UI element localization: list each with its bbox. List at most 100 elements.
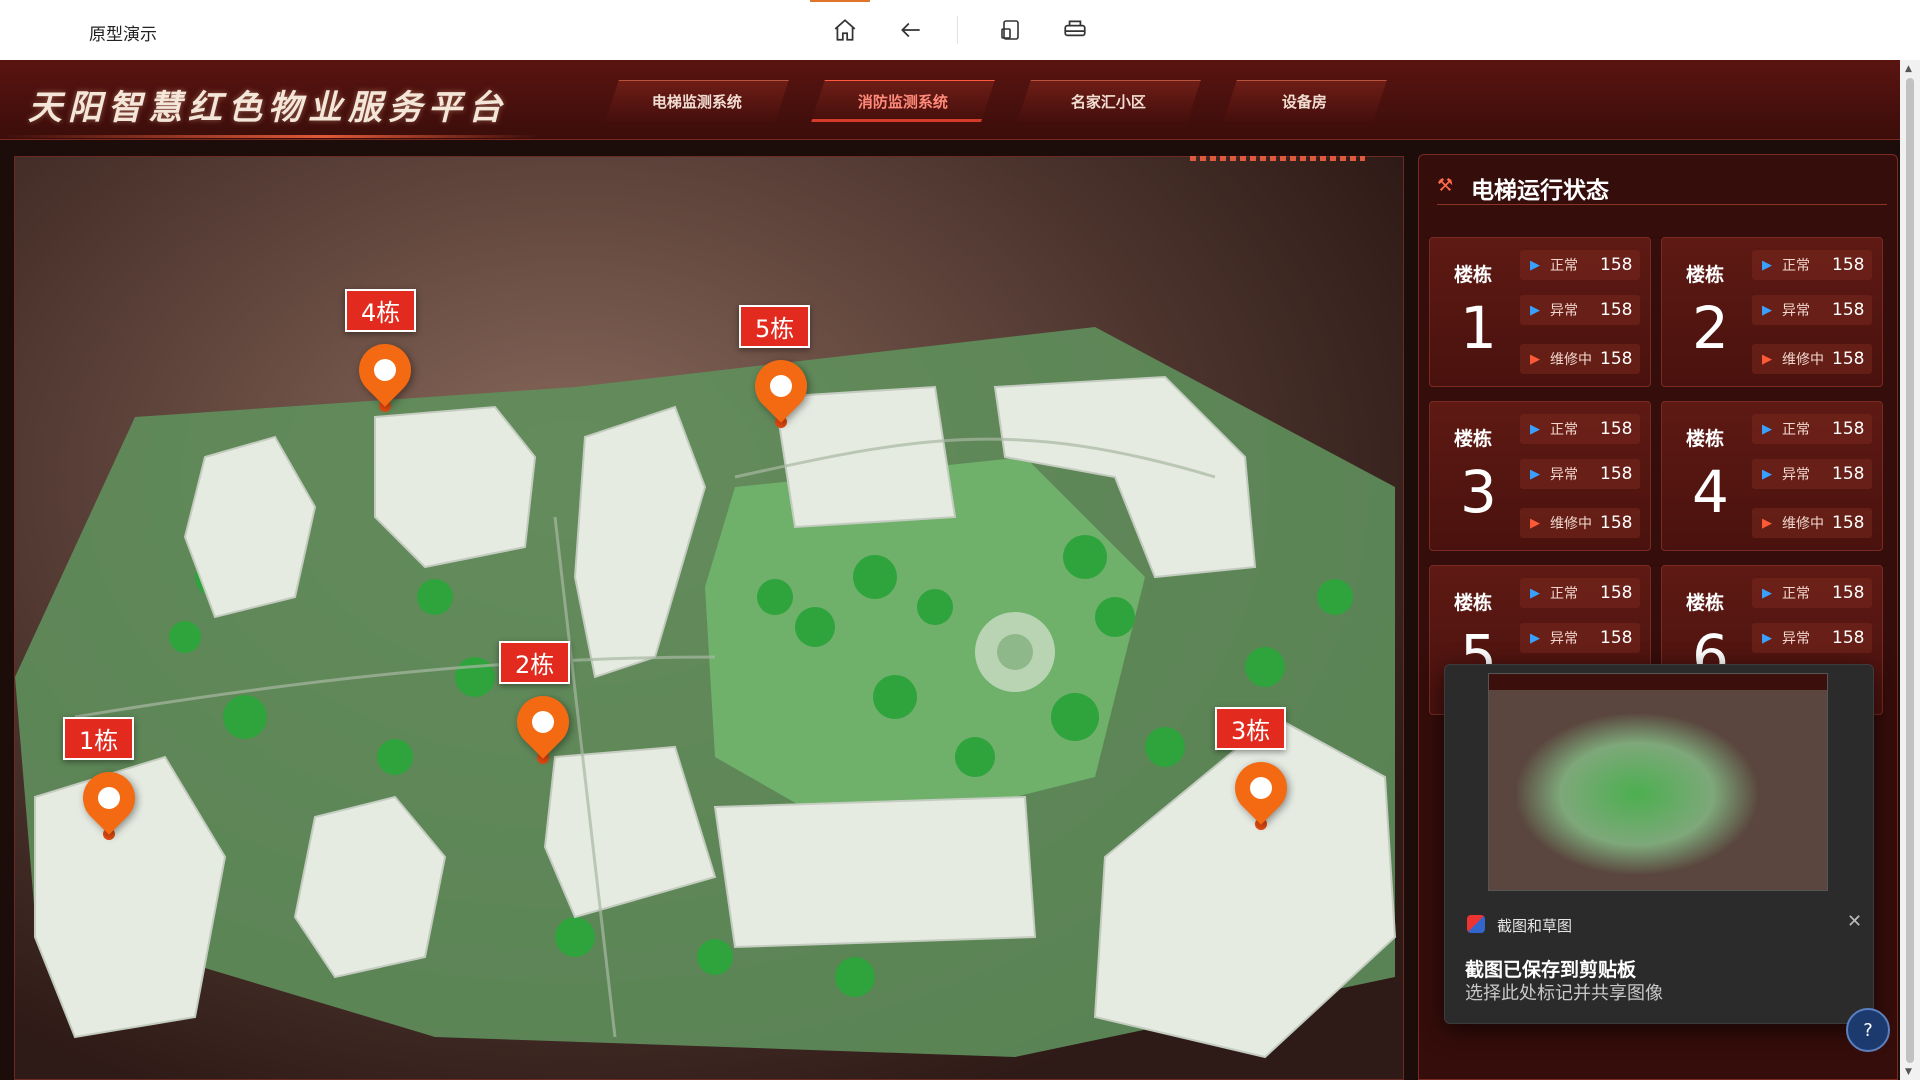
hammer-icon: ⚒ — [1437, 175, 1454, 196]
play-arrow-icon: ▶ — [1530, 302, 1540, 318]
nav-tab-label: 电梯监测系统 — [651, 93, 742, 111]
building-card-2[interactable]: 楼栋 2 ▶ 正常 158 ▶ 异常 158 ▶ 维修中 158 — [1661, 237, 1883, 387]
status-label: 正常 — [1782, 586, 1810, 602]
location-pin-icon — [1224, 751, 1298, 825]
status-label: 异常 — [1550, 303, 1578, 319]
back-arrow-icon[interactable] — [893, 12, 929, 48]
building-label: 楼栋 — [1454, 592, 1493, 614]
nav-tab-label: 消防监测系统 — [857, 93, 948, 111]
app-screen: 天阳智慧红色物业服务平台 电梯监测系统 消防监测系统 名家汇小区 设备房 4栋 … — [0, 60, 1900, 1080]
building-label: 楼栋 — [1454, 264, 1493, 286]
page-scrollbar[interactable]: ▲ ▼ — [1900, 60, 1920, 1080]
building-pin-4[interactable]: 4栋 — [345, 289, 422, 412]
map-top-decoration — [1190, 156, 1365, 161]
status-value: 158 — [1600, 513, 1633, 533]
toast-heading: 截图已保存到剪贴板 — [1465, 959, 1637, 981]
building-label: 楼栋 — [1686, 428, 1725, 450]
status-abnormal: ▶ 异常 158 — [1752, 623, 1872, 653]
location-pin-icon — [72, 761, 146, 835]
building-pin-3[interactable]: 3栋 — [1215, 707, 1298, 830]
building-card-1[interactable]: 楼栋 1 ▶ 正常 158 ▶ 异常 158 ▶ 维修中 158 — [1429, 237, 1651, 387]
status-label: 正常 — [1782, 422, 1810, 438]
status-label: 异常 — [1782, 631, 1810, 647]
status-label: 异常 — [1782, 467, 1810, 483]
status-label: 正常 — [1550, 586, 1578, 602]
page-title: 原型演示 — [89, 25, 157, 45]
building-card-4[interactable]: 楼栋 4 ▶ 正常 158 ▶ 异常 158 ▶ 维修中 158 — [1661, 401, 1883, 551]
location-pin-icon — [348, 333, 422, 407]
status-value: 158 — [1600, 464, 1633, 484]
status-normal: ▶ 正常 158 — [1520, 414, 1640, 444]
play-arrow-icon: ▶ — [1530, 351, 1540, 367]
status-value: 158 — [1832, 419, 1865, 439]
status-repair: ▶ 维修中 158 — [1752, 508, 1872, 538]
location-pin-icon — [506, 685, 580, 759]
building-label: 楼栋 — [1686, 264, 1725, 286]
building-card-3[interactable]: 楼栋 3 ▶ 正常 158 ▶ 异常 158 ▶ 维修中 158 — [1429, 401, 1651, 551]
play-arrow-icon: ▶ — [1762, 585, 1772, 601]
building-pin-1[interactable]: 1栋 — [63, 717, 146, 840]
nav-tab-label: 设备房 — [1282, 93, 1328, 111]
screenshot-thumbnail[interactable] — [1488, 673, 1828, 891]
app-header: 天阳智慧红色物业服务平台 电梯监测系统 消防监测系统 名家汇小区 设备房 — [0, 60, 1900, 140]
play-arrow-icon: ▶ — [1530, 630, 1540, 646]
status-value: 158 — [1832, 628, 1865, 648]
building-number: 4 — [1692, 458, 1729, 526]
play-arrow-icon: ▶ — [1762, 421, 1772, 437]
scroll-up-arrow-icon[interactable]: ▲ — [1905, 64, 1912, 74]
play-arrow-icon: ▶ — [1762, 302, 1772, 318]
nav-tab-label: 名家汇小区 — [1071, 93, 1147, 111]
status-normal: ▶ 正常 158 — [1752, 414, 1872, 444]
scrollbar-thumb[interactable] — [1906, 78, 1914, 1063]
status-label: 异常 — [1550, 467, 1578, 483]
toolbar-divider — [957, 16, 958, 44]
status-value: 158 — [1832, 349, 1865, 369]
active-indicator — [810, 0, 870, 2]
status-label: 维修中 — [1782, 516, 1824, 532]
pin-label: 5栋 — [739, 305, 811, 348]
building-number: 3 — [1460, 458, 1497, 526]
status-value: 158 — [1832, 464, 1865, 484]
scroll-down-arrow-icon[interactable]: ▼ — [1905, 1067, 1912, 1077]
status-normal: ▶ 正常 158 — [1752, 578, 1872, 608]
status-abnormal: ▶ 异常 158 — [1520, 295, 1640, 325]
close-icon[interactable]: ✕ — [1847, 911, 1862, 932]
building-label: 楼栋 — [1454, 428, 1493, 450]
status-value: 158 — [1600, 255, 1633, 275]
building-pin-2[interactable]: 2栋 — [499, 641, 580, 764]
play-arrow-icon: ▶ — [1762, 257, 1772, 273]
play-arrow-icon: ▶ — [1530, 515, 1540, 531]
status-normal: ▶ 正常 158 — [1520, 578, 1640, 608]
browser-toolbar: 原型演示 — [0, 0, 1920, 60]
brand-title: 天阳智慧红色物业服务平台 — [28, 88, 508, 128]
screenshot-toast[interactable]: 截图和草图 ✕ 截图已保存到剪贴板 选择此处标记并共享图像 — [1444, 664, 1874, 1024]
device-icon[interactable] — [993, 12, 1029, 48]
nav-tab-community[interactable]: 名家汇小区 — [1017, 80, 1201, 122]
pin-label: 3栋 — [1215, 707, 1287, 750]
status-label: 维修中 — [1782, 352, 1824, 368]
map-illustration — [15, 327, 1397, 1059]
status-abnormal: ▶ 异常 158 — [1752, 459, 1872, 489]
status-repair: ▶ 维修中 158 — [1520, 344, 1640, 374]
building-pin-5[interactable]: 5栋 — [739, 305, 818, 428]
status-repair: ▶ 维修中 158 — [1752, 344, 1872, 374]
status-abnormal: ▶ 异常 158 — [1520, 623, 1640, 653]
toast-subtext: 选择此处标记并共享图像 — [1465, 983, 1663, 1004]
status-label: 正常 — [1550, 422, 1578, 438]
building-number: 1 — [1460, 294, 1497, 362]
status-value: 158 — [1832, 255, 1865, 275]
nav-tab-equipment-room[interactable]: 设备房 — [1223, 80, 1387, 122]
print-icon[interactable] — [1057, 12, 1093, 48]
help-button[interactable]: ? — [1846, 1008, 1890, 1052]
status-value: 158 — [1832, 513, 1865, 533]
nav-tab-elevator[interactable]: 电梯监测系统 — [605, 80, 789, 122]
nav-tab-fire[interactable]: 消防监测系统 — [811, 80, 995, 122]
home-icon[interactable] — [827, 12, 863, 48]
play-arrow-icon: ▶ — [1762, 351, 1772, 367]
status-value: 158 — [1600, 300, 1633, 320]
play-arrow-icon: ▶ — [1530, 421, 1540, 437]
status-label: 异常 — [1550, 631, 1578, 647]
community-3d-map[interactable]: 4栋 5栋 2栋 1栋 3栋 — [14, 156, 1404, 1080]
status-normal: ▶ 正常 158 — [1752, 250, 1872, 280]
status-label: 正常 — [1782, 258, 1810, 274]
